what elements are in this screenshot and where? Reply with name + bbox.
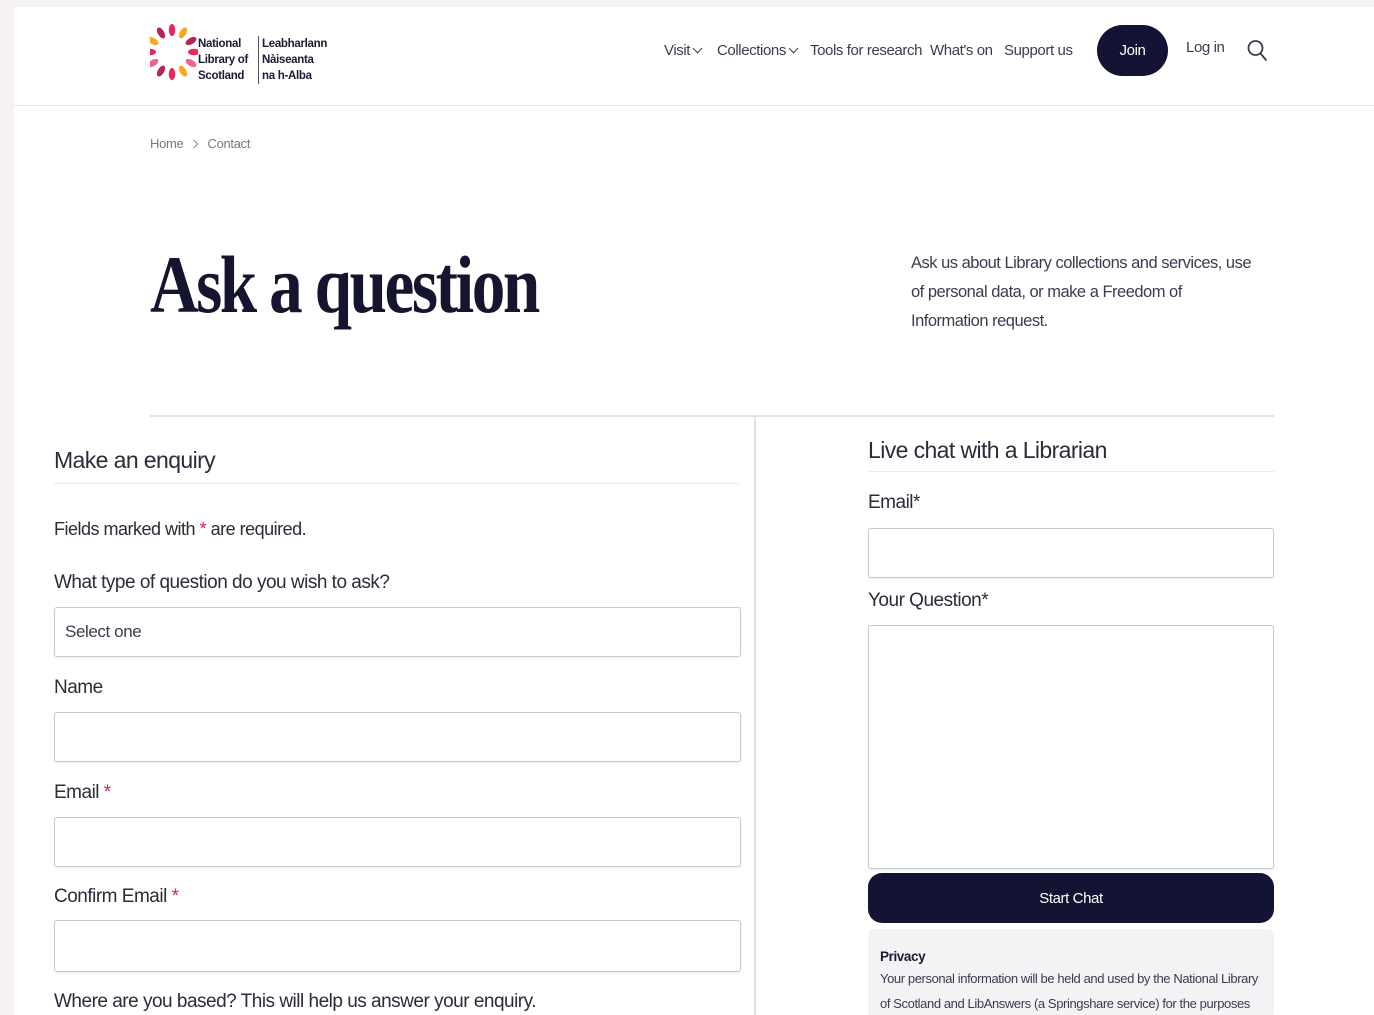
- nav-collections[interactable]: Collections: [717, 37, 799, 63]
- section-divider: [150, 415, 1274, 417]
- breadcrumb: Home Contact: [150, 136, 250, 151]
- login-link[interactable]: Log in: [1186, 39, 1225, 56]
- enquiry-title-rule: [54, 483, 740, 484]
- join-button[interactable]: Join: [1097, 25, 1168, 76]
- name-field[interactable]: [54, 712, 741, 762]
- nav-support-us[interactable]: Support us: [1004, 37, 1073, 63]
- chat-email-field[interactable]: [868, 528, 1274, 578]
- confirm-email-field[interactable]: [54, 920, 741, 972]
- chat-question-label: Your Question*: [868, 590, 989, 611]
- logo-text-gaelic: Leabharlann Nàiseanta na h-Alba: [258, 36, 327, 84]
- breadcrumb-current: Contact: [207, 136, 251, 151]
- library-logo[interactable]: National Library of Scotland Leabharlann…: [150, 19, 340, 85]
- site-header: National Library of Scotland Leabharlann…: [14, 7, 1374, 106]
- confirm-email-label: Confirm Email *: [54, 886, 179, 907]
- email-field[interactable]: [54, 817, 741, 867]
- chat-email-label: Email*: [868, 492, 920, 513]
- chevron-down-icon: [788, 43, 799, 53]
- breadcrumb-home[interactable]: Home: [150, 136, 184, 151]
- name-label: Name: [54, 677, 103, 698]
- column-divider: [754, 417, 756, 1015]
- privacy-text: Your personal information will be held a…: [880, 971, 1258, 1011]
- livechat-title: Live chat with a Librarian: [868, 437, 1107, 463]
- required-marker: *: [199, 519, 207, 539]
- chevron-right-icon: [190, 139, 199, 148]
- nav-whats-on[interactable]: What's on: [930, 37, 993, 63]
- livechat-title-rule: [868, 471, 1274, 472]
- chevron-down-icon: [692, 43, 703, 53]
- flower-logo-icon: [150, 24, 198, 80]
- page-intro: Ask us about Library collections and ser…: [911, 254, 1252, 330]
- start-chat-button[interactable]: Start Chat: [868, 873, 1274, 923]
- required-note: Fields marked with * are required.: [54, 519, 307, 539]
- page-title: Ask a question: [150, 239, 540, 330]
- location-label: Where are you based? This will help us a…: [54, 991, 537, 1012]
- email-label: Email *: [54, 782, 111, 803]
- nav-visit[interactable]: Visit: [664, 37, 703, 63]
- chat-question-field[interactable]: [868, 625, 1274, 869]
- privacy-notice: Privacy Your personal information will b…: [868, 929, 1274, 1015]
- enquiry-title: Make an enquiry: [54, 447, 216, 473]
- privacy-title: Privacy: [880, 949, 926, 964]
- logo-text-english: National Library of Scotland: [198, 38, 249, 82]
- question-type-label: What type of question do you wish to ask…: [54, 572, 390, 593]
- page: National Library of Scotland Leabharlann…: [14, 7, 1374, 1015]
- nav-tools-for-research[interactable]: Tools for research: [810, 37, 922, 63]
- question-type-select[interactable]: Select one: [54, 607, 741, 657]
- search-icon[interactable]: [1246, 38, 1268, 62]
- question-type-value: Select one: [65, 622, 142, 641]
